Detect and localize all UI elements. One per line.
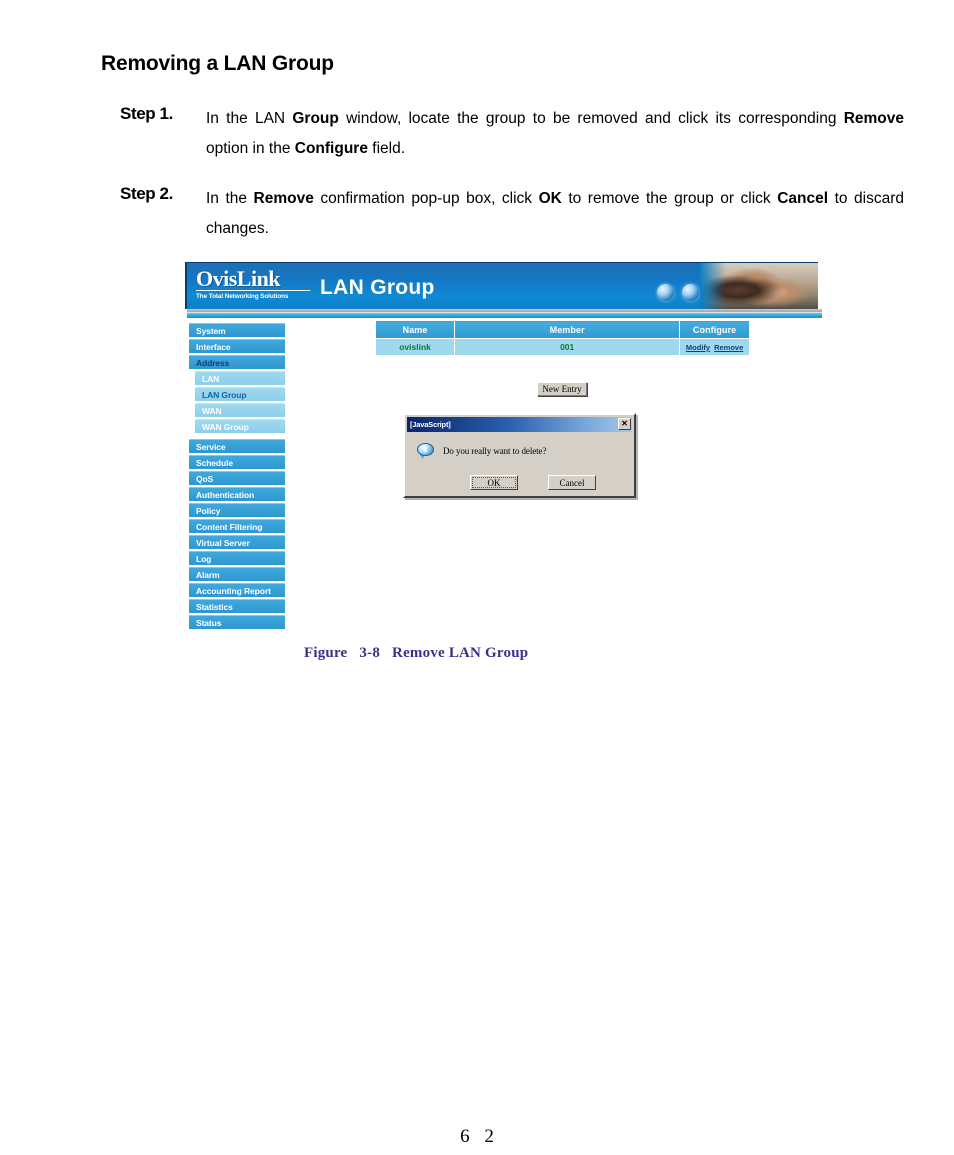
- new-entry-button[interactable]: New Entry: [537, 382, 587, 396]
- close-icon[interactable]: ✕: [618, 418, 631, 430]
- sidebar-item-label: WAN: [202, 406, 222, 416]
- logo-tagline: The Total Networking Solutions: [196, 290, 310, 301]
- sidebar-item-system[interactable]: System: [189, 323, 285, 337]
- dialog-title: [JavaScript]: [410, 420, 451, 429]
- remove-link[interactable]: Remove: [714, 343, 743, 352]
- sidebar-item-label: LAN: [202, 374, 220, 384]
- step-2-block: Step 2. In the Remove confirmation pop-u…: [120, 184, 904, 244]
- lan-group-table: Name Member Configure ovislink 001 Modif…: [374, 320, 750, 356]
- banner-accent-bar: [187, 313, 822, 318]
- sidebar-item-content-filtering[interactable]: Content Filtering: [189, 519, 285, 533]
- step-1-label: Step 1.: [120, 104, 173, 123]
- table-header-row: Name Member Configure: [374, 320, 750, 339]
- delete-confirmation-dialog: [JavaScript] ✕ i Do you really want to d…: [403, 413, 636, 498]
- modify-link[interactable]: Modify: [686, 343, 710, 352]
- sidebar-item-status[interactable]: Status: [189, 615, 285, 629]
- sidebar-item-label: Content Filtering: [196, 522, 263, 532]
- sidebar-item-alarm[interactable]: Alarm: [189, 567, 285, 581]
- sidebar-item-qos[interactable]: QoS: [189, 471, 285, 485]
- sidebar-item-label: LAN Group: [202, 390, 247, 400]
- sidebar-item-label: QoS: [196, 474, 214, 484]
- globe-icon: [682, 284, 699, 301]
- sidebar-nav: System Interface Address LAN LAN Group WAN WAN…: [189, 323, 285, 631]
- sidebar-item-label: Virtual Server: [196, 538, 250, 548]
- column-header-configure: Configure: [679, 320, 750, 339]
- sidebar-item-label: Status: [196, 618, 222, 628]
- banner-title: LAN Group: [320, 276, 435, 299]
- figure-caption-number: 3-8: [359, 645, 381, 661]
- dialog-titlebar: [JavaScript] ✕: [407, 417, 632, 432]
- dialog-message: Do you really want to delete?: [443, 446, 547, 456]
- sidebar-item-label: Service: [196, 442, 226, 452]
- embedded-ui-screenshot: OvisLink The Total Networking Solutions …: [185, 262, 822, 632]
- step-2-body: In the Remove confirmation pop-up box, c…: [206, 190, 904, 237]
- sidebar-item-label: Schedule: [196, 458, 233, 468]
- sidebar-item-label: WAN Group: [202, 422, 249, 432]
- sidebar-item-label: System: [196, 326, 226, 336]
- sidebar-item-schedule[interactable]: Schedule: [189, 455, 285, 469]
- sidebar-item-log[interactable]: Log: [189, 551, 285, 565]
- sidebar-item-label: Statistics: [196, 602, 233, 612]
- step-1-body: In the LAN Group window, locate the grou…: [206, 110, 904, 157]
- info-icon-glyph: i: [424, 444, 427, 455]
- page-number: 6 2: [460, 1126, 499, 1147]
- sidebar-item-label: Alarm: [196, 570, 220, 580]
- sidebar-item-service[interactable]: Service: [189, 439, 285, 453]
- column-header-member: Member: [454, 320, 681, 339]
- figure-caption: Figure 3-8 Remove LAN Group: [304, 645, 528, 662]
- sidebar-item-label: Accounting Report: [196, 586, 271, 596]
- page-title: Removing a LAN Group: [101, 52, 334, 75]
- sidebar-item-label: Interface: [196, 342, 231, 352]
- figure-caption-label: Figure: [304, 645, 348, 661]
- sidebar-item-policy[interactable]: Policy: [189, 503, 285, 517]
- table-row: ovislink 001 Modify Remove: [374, 338, 750, 356]
- sidebar-item-statistics[interactable]: Statistics: [189, 599, 285, 613]
- sidebar-item-authentication[interactable]: Authentication: [189, 487, 285, 501]
- cell-member: 001: [454, 338, 681, 356]
- globe-icon: [657, 284, 674, 301]
- sidebar-item-label: Address: [196, 358, 230, 368]
- sidebar-item-lan-group[interactable]: LAN Group: [195, 387, 285, 401]
- step-1-block: Step 1. In the LAN Group window, locate …: [120, 104, 904, 164]
- sidebar-item-label: Log: [196, 554, 212, 564]
- dialog-ok-button[interactable]: OK: [470, 475, 518, 490]
- logo-wordmark: OvisLink: [196, 266, 281, 291]
- cell-name: ovislink: [374, 338, 456, 356]
- app-banner: OvisLink The Total Networking Solutions …: [185, 262, 818, 309]
- sidebar-item-interface[interactable]: Interface: [189, 339, 285, 353]
- column-header-name: Name: [374, 320, 456, 339]
- banner-photo: [700, 263, 818, 309]
- step-2-label: Step 2.: [120, 184, 173, 203]
- ovislink-logo: OvisLink The Total Networking Solutions: [196, 268, 314, 301]
- sidebar-item-label: Policy: [196, 506, 221, 516]
- figure-caption-title: Remove LAN Group: [392, 645, 529, 661]
- dialog-cancel-button[interactable]: Cancel: [548, 475, 596, 490]
- sidebar-item-lan[interactable]: LAN: [195, 371, 285, 385]
- sidebar-item-wan[interactable]: WAN: [195, 403, 285, 417]
- sidebar-item-label: Authentication: [196, 490, 255, 500]
- sidebar-item-address[interactable]: Address: [189, 355, 285, 369]
- sidebar-item-virtual-server[interactable]: Virtual Server: [189, 535, 285, 549]
- sidebar-item-wan-group[interactable]: WAN Group: [195, 419, 285, 433]
- cell-configure: Modify Remove: [679, 338, 750, 356]
- sidebar-item-accounting-report[interactable]: Accounting Report: [189, 583, 285, 597]
- info-icon: i: [417, 443, 435, 459]
